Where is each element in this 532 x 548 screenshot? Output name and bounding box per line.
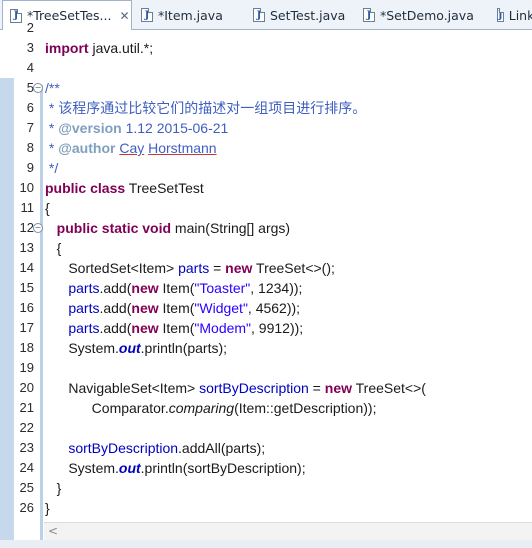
code-line[interactable]: 8 * @author Cay Horstmann (0, 138, 532, 158)
line-number: 5 (26, 80, 34, 95)
line-number: 25 (19, 480, 34, 495)
line-number: 17 (19, 320, 34, 335)
code-line[interactable]: 9 */ (0, 158, 532, 178)
line-number: 9 (26, 160, 34, 175)
horizontal-scrollbar[interactable]: < (44, 522, 532, 540)
code-text: SortedSet<Item> parts = new TreeSet<>(); (45, 260, 335, 276)
code-line[interactable]: 15 parts.add(new Item("Toaster", 1234)); (0, 278, 532, 298)
line-number: 16 (19, 300, 34, 315)
code-line[interactable]: 17 parts.add(new Item("Modem", 9912)); (0, 318, 532, 338)
code-text: } (45, 500, 50, 516)
code-line[interactable]: 26} (0, 498, 532, 518)
code-line[interactable]: 22 (0, 418, 532, 438)
code-text: * @version 1.12 2015-06-21 (45, 120, 229, 136)
editor-bottom-edge (0, 540, 532, 548)
code-text: * 该程序通过比较它们的描述对一组项目进行排序。 (45, 100, 367, 116)
line-number: 26 (19, 500, 34, 515)
line-number: 3 (26, 40, 34, 55)
line-number: 6 (26, 100, 34, 115)
code-text: */ (45, 160, 59, 176)
line-number: 21 (19, 400, 34, 415)
code-line[interactable]: 16 parts.add(new Item("Widget", 4562)); (0, 298, 532, 318)
code-text: import java.util.*; (45, 40, 154, 56)
line-number: 24 (19, 460, 34, 475)
code-line[interactable]: 23 sortByDescription.addAll(parts); (0, 438, 532, 458)
code-text: } (45, 480, 62, 496)
code-text: /** (45, 80, 60, 96)
line-number: 10 (19, 180, 34, 195)
code-text: parts.add(new Item("Toaster", 1234)); (68, 280, 303, 296)
code-text: System.out.println(parts); (45, 340, 228, 356)
line-number: 11 (20, 200, 35, 215)
code-line[interactable]: 11 { (0, 198, 532, 218)
line-number: 19 (19, 360, 34, 375)
code-text: public class TreeSetTest (45, 180, 204, 196)
code-line[interactable]: 4 (0, 58, 532, 78)
line-number: 2 (26, 20, 34, 35)
line-number: 15 (19, 280, 34, 295)
code-line[interactable]: 18 System.out.println(parts); (0, 338, 532, 358)
line-number: 8 (26, 140, 34, 155)
code-text: * @author Cay Horstmann (45, 140, 217, 156)
code-text: Comparator.comparing(Item::getDescriptio… (45, 400, 377, 416)
code-editor[interactable]: 2 3 import java.util.*; 4 5−/** 6 * 该程序通过比较它们… (0, 20, 532, 548)
code-line[interactable]: 13 { (0, 238, 532, 258)
line-number: 7 (26, 120, 34, 135)
line-number: 4 (26, 60, 34, 75)
code-line[interactable]: 14 SortedSet<Item> parts = new TreeSet<>… (0, 258, 532, 278)
code-line[interactable]: 2 (0, 18, 532, 38)
line-number: 23 (19, 440, 34, 455)
fold-toggle-icon[interactable]: − (33, 83, 43, 93)
code-text: { (45, 200, 50, 216)
code-line[interactable]: 10 public class TreeSetTest (0, 178, 532, 198)
code-line[interactable]: 5−/** (0, 78, 532, 98)
fold-toggle-icon[interactable]: − (33, 223, 43, 233)
code-line[interactable]: 20 NavigableSet<Item> sortByDescription … (0, 378, 532, 398)
code-line[interactable]: 25 } (0, 478, 532, 498)
code-line[interactable]: 19 (0, 358, 532, 378)
scroll-left-arrow-icon[interactable]: < (48, 524, 58, 538)
code-text: parts.add(new Item("Widget", 4562)); (68, 300, 301, 316)
code-line[interactable]: 6 * 该程序通过比较它们的描述对一组项目进行排序。 (0, 98, 532, 118)
code-text: public static void main(String[] args) (56, 220, 291, 236)
code-text: System.out.println(sortByDescription); (45, 460, 306, 476)
line-number: 18 (19, 340, 34, 355)
line-number: 22 (19, 420, 34, 435)
code-line[interactable]: 12− public static void main(String[] arg… (0, 218, 532, 238)
code-line[interactable]: 24 System.out.println(sortByDescription)… (0, 458, 532, 478)
line-number: 13 (19, 240, 34, 255)
code-line[interactable]: 21 Comparator.comparing(Item::getDescrip… (0, 398, 532, 418)
line-number: 20 (19, 380, 34, 395)
code-text: { (45, 240, 62, 256)
code-text: NavigableSet<Item> sortByDescription = n… (45, 380, 426, 396)
code-text: sortByDescription.addAll(parts); (68, 440, 266, 456)
code-line[interactable]: 3 import java.util.*; (0, 38, 532, 58)
line-number: 14 (19, 260, 34, 275)
code-line[interactable]: 7 * @version 1.12 2015-06-21 (0, 118, 532, 138)
code-text: parts.add(new Item("Modem", 9912)); (68, 320, 304, 336)
line-number: 12 (19, 220, 34, 235)
